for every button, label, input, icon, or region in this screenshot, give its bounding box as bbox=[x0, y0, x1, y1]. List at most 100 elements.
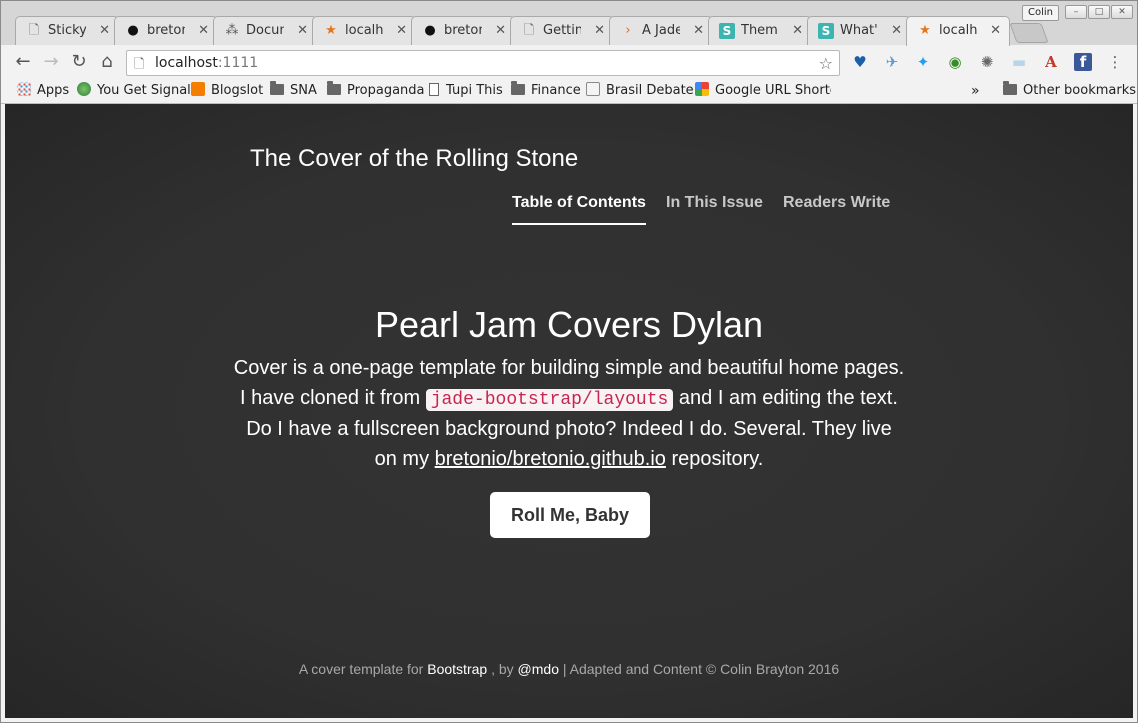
lead-paragraph: Cover is a one-page template for buildin… bbox=[233, 357, 905, 470]
forward-icon[interactable]: → bbox=[41, 52, 61, 72]
tab[interactable]: S What's ✕ bbox=[807, 16, 911, 45]
other-bookmarks[interactable]: Other bookmarks bbox=[1003, 81, 1136, 100]
page-headline: Pearl Jam Covers Dylan bbox=[374, 304, 764, 345]
close-icon[interactable]: ✕ bbox=[891, 23, 902, 39]
maximize-button[interactable]: □ bbox=[1088, 5, 1110, 19]
font-extension-icon[interactable]: A bbox=[1042, 53, 1060, 71]
tab-title: Themin bbox=[741, 23, 779, 38]
tab-title: A Jade bbox=[642, 23, 680, 38]
tab-title: What's bbox=[840, 23, 878, 38]
bookmarks-bar: Apps You Get Signal Blogslot SNA Propaga… bbox=[1, 79, 1137, 104]
bookmarks-overflow-button[interactable]: » bbox=[971, 82, 980, 100]
github-icon: ● bbox=[424, 23, 436, 38]
nav-readers-write[interactable]: Readers Write bbox=[783, 193, 890, 213]
tab-title: Sticky f bbox=[48, 23, 86, 38]
close-icon[interactable]: ✕ bbox=[990, 23, 1001, 39]
minimize-button[interactable]: – bbox=[1065, 5, 1087, 19]
page-icon: 🗋 bbox=[523, 23, 535, 38]
close-window-button[interactable]: ✕ bbox=[1111, 5, 1133, 19]
bookmark-sna[interactable]: SNA bbox=[270, 81, 317, 100]
page-info-icon[interactable]: 🗋 bbox=[134, 55, 144, 77]
close-icon[interactable]: ✕ bbox=[792, 23, 803, 39]
tab-title: localho bbox=[939, 23, 977, 38]
globe-extension-icon[interactable]: ◉ bbox=[946, 53, 964, 71]
google-icon bbox=[695, 82, 709, 96]
ghost-extension-icon[interactable]: ✺ bbox=[978, 53, 996, 71]
page-icon bbox=[429, 83, 439, 96]
close-icon[interactable]: ✕ bbox=[198, 23, 209, 39]
roll-me-button[interactable]: Roll Me, Baby bbox=[490, 492, 650, 538]
apps-icon bbox=[17, 82, 31, 96]
repository-link[interactable]: bretonio/bretonio.github.io bbox=[435, 448, 666, 470]
page-icon: 🗋 bbox=[28, 23, 40, 38]
address-bar[interactable]: 🗋 localhost:1111 ☆ bbox=[126, 50, 840, 76]
close-icon[interactable]: ✕ bbox=[396, 23, 407, 39]
bookmark-finance[interactable]: Finance bbox=[511, 81, 581, 100]
brd-icon bbox=[586, 82, 600, 96]
profile-button[interactable]: Colin bbox=[1022, 5, 1059, 21]
jade-icon: › bbox=[625, 23, 631, 38]
page-content: The Cover of the Rolling Stone Table of … bbox=[5, 104, 1133, 718]
star-icon: ★ bbox=[325, 23, 337, 38]
bootstrap-link[interactable]: Bootstrap bbox=[427, 661, 487, 677]
github-icon: ● bbox=[127, 23, 139, 38]
bookmark-you-get-signal[interactable]: You Get Signal bbox=[77, 82, 191, 100]
bookmark-star-icon[interactable]: ☆ bbox=[819, 54, 833, 73]
tab-title: localho bbox=[345, 23, 383, 38]
bookmark-tupi-this[interactable]: Tupi This bbox=[429, 82, 503, 100]
close-icon[interactable]: ✕ bbox=[297, 23, 308, 39]
reload-icon[interactable]: ↻ bbox=[69, 52, 89, 72]
tab[interactable]: 🗋 Getting ✕ bbox=[510, 16, 614, 45]
mdo-link[interactable]: @mdo bbox=[518, 661, 559, 677]
tab[interactable]: 🗋 Sticky f ✕ bbox=[15, 16, 119, 45]
active-nav-underline bbox=[512, 223, 646, 225]
menu-icon[interactable]: ⋮ bbox=[1106, 53, 1124, 71]
bookmark-apps[interactable]: Apps bbox=[17, 82, 69, 100]
facebook-icon[interactable]: f bbox=[1074, 53, 1092, 71]
close-icon[interactable]: ✕ bbox=[495, 23, 506, 39]
close-icon[interactable]: ✕ bbox=[99, 23, 110, 39]
s-icon: S bbox=[719, 23, 735, 39]
tab[interactable]: ⁂ Docum ✕ bbox=[213, 16, 317, 45]
blogger-icon bbox=[191, 82, 205, 96]
nav-table-of-contents[interactable]: Table of Contents bbox=[512, 193, 646, 213]
tab-title: Docum bbox=[246, 23, 284, 38]
bookmark-brasil-debate[interactable]: Brasil Debate bbox=[586, 82, 694, 100]
pin-extension-icon[interactable]: ♥ bbox=[851, 53, 869, 71]
docs-icon: ⁂ bbox=[225, 23, 239, 38]
tab-title: bretoni bbox=[147, 23, 185, 38]
star-icon: ★ bbox=[919, 23, 931, 38]
tab[interactable]: ● bretoni ✕ bbox=[114, 16, 218, 45]
folder-icon bbox=[327, 81, 341, 95]
url-text: localhost:1111 bbox=[155, 55, 259, 71]
tab[interactable]: ● bretoni ✕ bbox=[411, 16, 515, 45]
folder-icon bbox=[511, 81, 525, 95]
new-tab-button[interactable] bbox=[1009, 23, 1049, 43]
globe-icon bbox=[77, 82, 91, 96]
site-brand[interactable]: The Cover of the Rolling Stone bbox=[250, 145, 578, 173]
close-icon[interactable]: ✕ bbox=[594, 23, 605, 39]
tab[interactable]: S Themin ✕ bbox=[708, 16, 812, 45]
blank-extension-icon[interactable]: ▬ bbox=[1010, 53, 1028, 71]
tab-title: bretoni bbox=[444, 23, 482, 38]
folder-icon bbox=[270, 81, 284, 95]
tab-strip: Colin – □ ✕ 🗋 Sticky f ✕ ● bretoni ✕ ⁂ D… bbox=[1, 1, 1137, 46]
back-icon[interactable]: ← bbox=[13, 52, 33, 72]
bookmark-propaganda[interactable]: Propaganda bbox=[327, 81, 425, 100]
tab[interactable]: ★ localho ✕ bbox=[312, 16, 416, 45]
code-snippet: jade-bootstrap/layouts bbox=[425, 388, 674, 411]
close-icon[interactable]: ✕ bbox=[693, 23, 704, 39]
browser-window: Colin – □ ✕ 🗋 Sticky f ✕ ● bretoni ✕ ⁂ D… bbox=[0, 0, 1138, 723]
tab-title: Getting bbox=[543, 23, 581, 38]
nav-in-this-issue[interactable]: In This Issue bbox=[666, 193, 763, 213]
toolbar: ← → ↻ ⌂ 🗋 localhost:1111 ☆ ♥ ✈ ✦ ◉ ✺ ▬ A… bbox=[1, 45, 1137, 79]
s-icon: S bbox=[818, 23, 834, 39]
bookmark-blogslot[interactable]: Blogslot bbox=[191, 82, 263, 100]
bookmark-google-url-shortener[interactable]: Google URL Shortener bbox=[695, 82, 831, 100]
bird-extension-icon[interactable]: ✈ bbox=[883, 53, 901, 71]
home-icon[interactable]: ⌂ bbox=[97, 52, 117, 72]
folder-icon bbox=[1003, 81, 1017, 95]
tab[interactable]: › A Jade ✕ bbox=[609, 16, 713, 45]
tab-active[interactable]: ★ localho ✕ bbox=[906, 16, 1010, 46]
twitter-icon[interactable]: ✦ bbox=[914, 53, 932, 71]
